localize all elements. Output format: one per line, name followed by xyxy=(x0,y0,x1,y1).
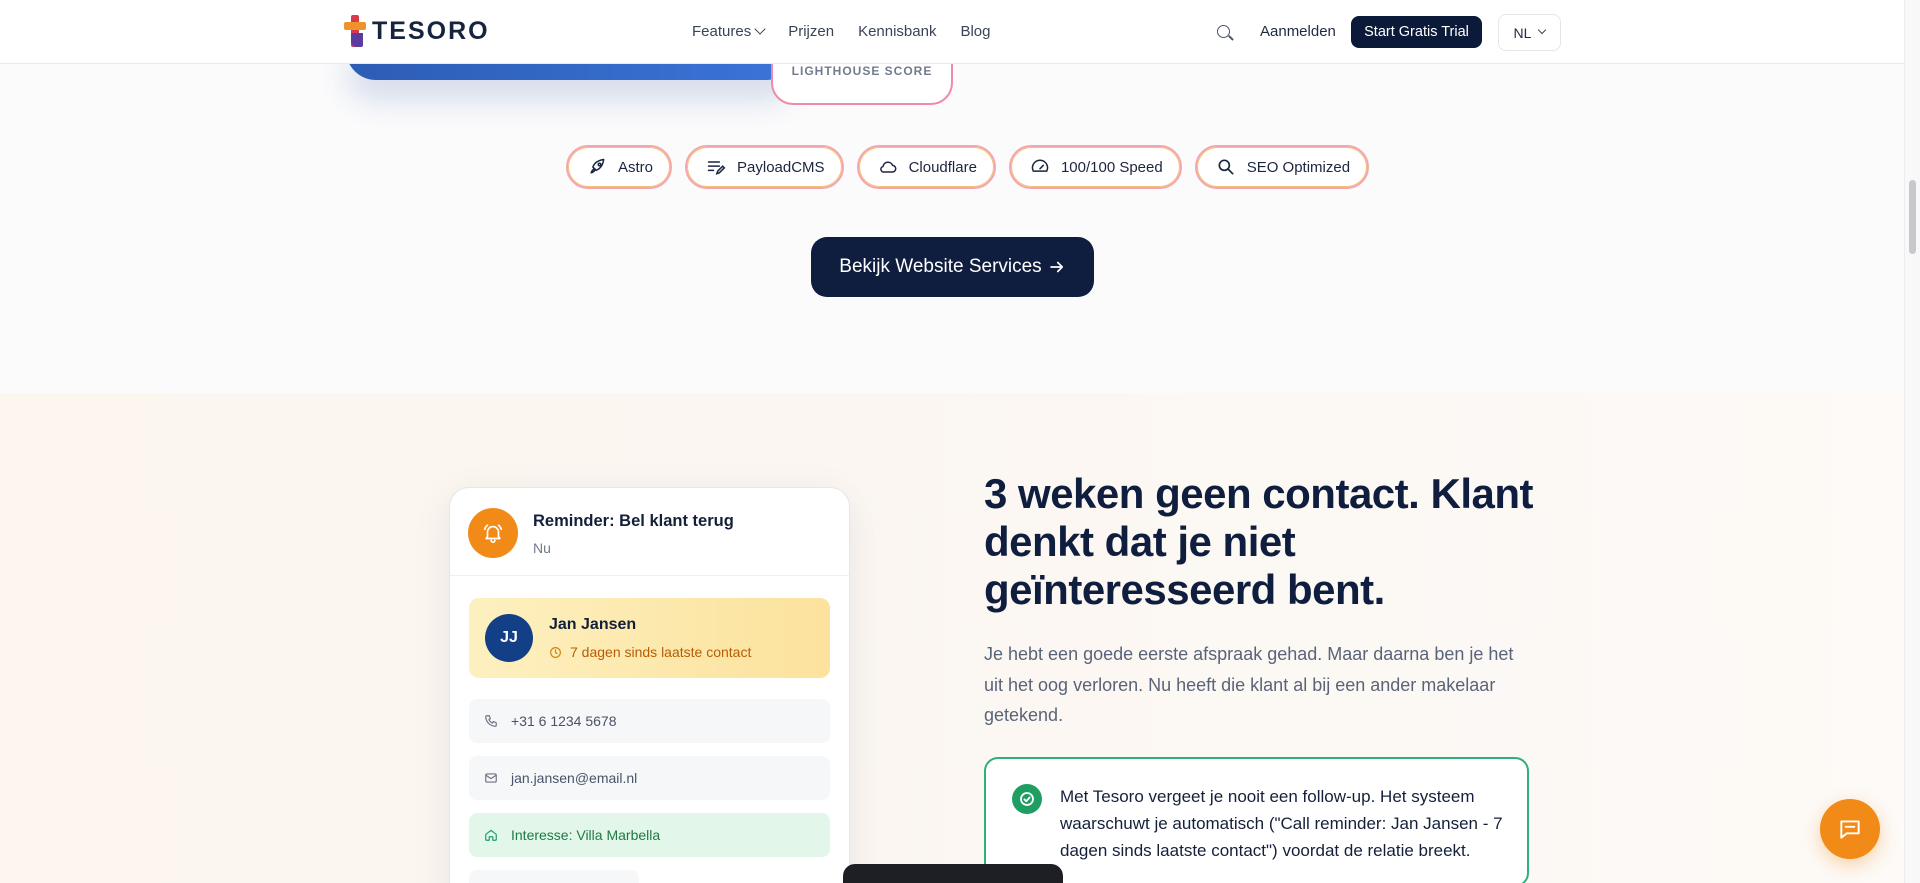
brand-name: TESORO xyxy=(372,16,490,45)
contact-name: Jan Jansen xyxy=(549,616,637,633)
reminder-time: Nu xyxy=(533,540,551,556)
cloud-icon xyxy=(879,161,896,173)
interest-row: Interesse: Villa Marbella xyxy=(469,813,830,857)
tech-chips: Astro PayloadCMS Cloudflare 100/100 Spee… xyxy=(566,145,1370,189)
chat-button[interactable] xyxy=(1820,799,1880,859)
section-paragraph: Je hebt een goede eerste afspraak gehad.… xyxy=(984,644,1514,725)
chip-label: Cloudflare xyxy=(908,158,977,176)
chevron-down-icon xyxy=(1538,25,1547,35)
clock-icon xyxy=(550,646,561,658)
nav-item-blog[interactable]: Blog xyxy=(960,23,990,40)
follow-up-section xyxy=(0,393,1904,883)
reminder-title: Reminder: Bel klant terug xyxy=(533,512,734,530)
search-icon xyxy=(1218,159,1234,175)
bell-icon xyxy=(468,508,518,558)
brand-logo[interactable]: TESORO xyxy=(344,15,490,47)
contact-card[interactable]: JJ Jan Jansen 7 dagen sinds laatste cont… xyxy=(469,598,830,678)
chip-label: SEO Optimized xyxy=(1246,158,1351,176)
site-header: TESORO Features Prijzen Kennisbank Blog … xyxy=(0,0,1904,64)
chip-astro: Astro xyxy=(566,145,673,189)
floating-toolbar[interactable] xyxy=(843,864,1063,883)
nav-item-kennisbank[interactable]: Kennisbank xyxy=(858,23,936,40)
chip-seo: SEO Optimized xyxy=(1194,145,1370,189)
mail-icon xyxy=(485,773,497,783)
email-address: jan.jansen@email.nl xyxy=(511,770,638,786)
check-circle-icon xyxy=(1012,784,1042,814)
nav-label: Features xyxy=(692,23,752,40)
nav-label: Kennisbank xyxy=(858,23,937,40)
chevron-down-icon xyxy=(754,23,766,35)
edit-lines-icon xyxy=(707,161,726,175)
reminder-header: Reminder: Bel klant terug Nu xyxy=(450,488,849,576)
cta-label: Bekijk Website Services xyxy=(839,256,1042,277)
chip-payloadcms: PayloadCMS xyxy=(685,145,844,189)
score-label: LIGHTHOUSE SCORE xyxy=(791,64,933,78)
rocket-icon xyxy=(590,158,605,174)
email-row[interactable]: jan.jansen@email.nl xyxy=(469,756,830,800)
home-icon xyxy=(485,829,497,841)
days-since-contact: 7 dagen sinds laatste contact xyxy=(570,644,752,660)
language-label: NL xyxy=(1513,24,1532,41)
nav-label: Blog xyxy=(960,23,991,40)
language-selector[interactable]: NL xyxy=(1498,14,1561,51)
arrow-right-icon xyxy=(1049,261,1063,273)
chip-label: Astro xyxy=(618,158,654,176)
chip-label: 100/100 Speed xyxy=(1060,158,1163,176)
reminder-card: Reminder: Bel klant terug Nu JJ Jan Jans… xyxy=(449,487,850,883)
phone-icon xyxy=(485,715,497,727)
phone-number: +31 6 1234 5678 xyxy=(511,713,617,729)
callout-text: Met Tesoro vergeet je nooit een follow-u… xyxy=(1060,787,1503,860)
tesoro-callout: Met Tesoro vergeet je nooit een follow-u… xyxy=(984,757,1529,883)
chip-label: PayloadCMS xyxy=(737,158,825,176)
last-contact-info: 7 dagen sinds laatste contact xyxy=(549,644,751,660)
nav-item-features[interactable]: Features xyxy=(692,23,766,40)
main-nav: Features Prijzen Kennisbank Blog xyxy=(692,23,991,40)
avatar: JJ xyxy=(485,614,533,662)
search-icon[interactable] xyxy=(1217,25,1230,38)
login-link[interactable]: Aanmelden xyxy=(1260,23,1336,40)
extra-row xyxy=(469,870,639,883)
scrollbar-thumb[interactable] xyxy=(1909,180,1916,254)
logo-mark-icon xyxy=(344,15,366,47)
chip-cloudflare: Cloudflare xyxy=(856,145,996,189)
gauge-icon xyxy=(1031,159,1049,172)
interest-label: Interesse: Villa Marbella xyxy=(511,827,661,843)
website-services-button[interactable]: Bekijk Website Services xyxy=(811,237,1094,297)
page-scrollbar[interactable] xyxy=(1904,0,1920,883)
nav-label: Prijzen xyxy=(788,23,835,40)
nav-item-prijzen[interactable]: Prijzen xyxy=(788,23,834,40)
start-trial-button[interactable]: Start Gratis Trial xyxy=(1351,16,1482,48)
section-heading: 3 weken geen contact. Klant denkt dat je… xyxy=(984,470,1534,613)
chat-icon xyxy=(1840,820,1860,839)
chip-speed: 100/100 Speed xyxy=(1008,145,1182,189)
phone-row[interactable]: +31 6 1234 5678 xyxy=(469,699,830,743)
